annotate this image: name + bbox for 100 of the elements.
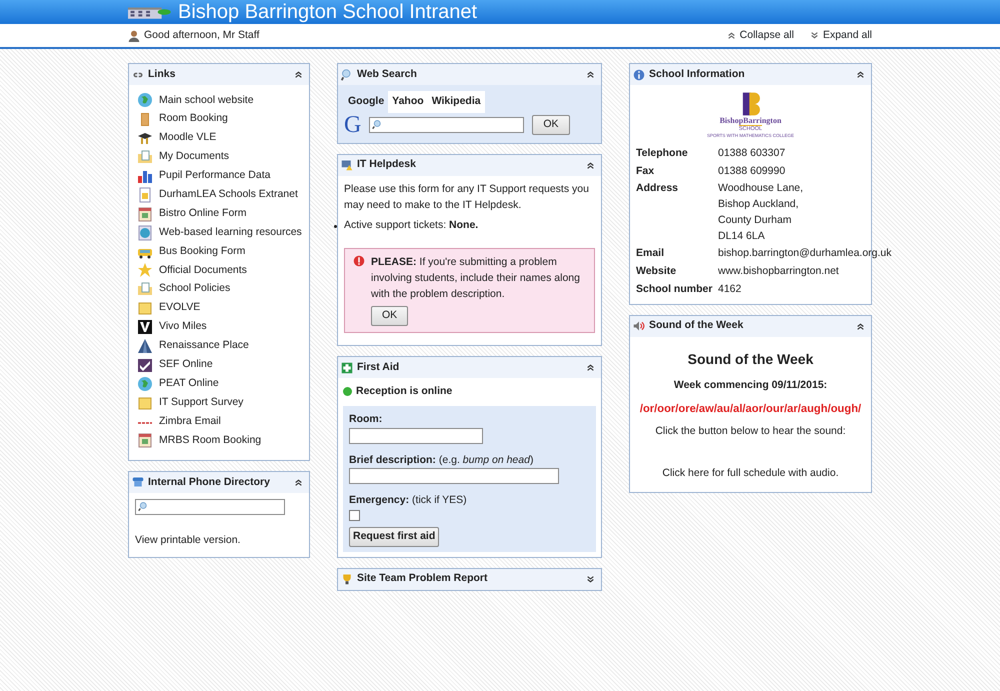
info-value: 01388 603307	[718, 146, 786, 161]
link[interactable]: Vivo Miles	[159, 319, 207, 335]
info-value: www.bishopbarrington.net	[718, 264, 840, 280]
bar-chart-icon[interactable]	[137, 168, 153, 184]
warning-icon	[353, 255, 365, 267]
field-label: Emergency: (tick if YES)	[349, 493, 468, 508]
info-icon	[633, 68, 645, 80]
star-icon[interactable]	[137, 262, 153, 278]
link[interactable]: Bus Booking Form	[159, 244, 246, 260]
link[interactable]: EVOLVE	[159, 300, 200, 316]
link[interactable]: IT Support Survey	[159, 394, 244, 411]
collapse-all-link[interactable]: Collapse all	[726, 28, 794, 44]
info-value: DL14 6LA	[718, 228, 766, 244]
search-field[interactable]	[369, 116, 524, 133]
info-value: 01388 609990	[718, 164, 786, 179]
link[interactable]: SEF Online	[159, 357, 213, 373]
speaker-icon	[633, 320, 645, 332]
link[interactable]: Moodle VLE	[159, 130, 216, 146]
search-engine-logo: G	[344, 112, 362, 137]
mortarboard-icon[interactable]	[137, 130, 153, 146]
link[interactable]: DurhamLEA Schools Extranet	[159, 187, 298, 203]
field-label: Room:	[349, 412, 384, 427]
collapse-icon	[726, 31, 736, 40]
panel-title: School Information	[649, 66, 746, 82]
info-value: County Durham	[718, 212, 793, 228]
collapse-icon[interactable]	[856, 322, 865, 331]
tickets-text: Active support tickets: None.	[344, 218, 478, 234]
input-field[interactable]	[349, 468, 559, 484]
collapse-icon[interactable]	[294, 478, 303, 487]
info-label: Website	[636, 264, 678, 280]
monitor-warning-icon	[341, 159, 353, 172]
collapse-icon[interactable]	[586, 363, 595, 372]
info-label: Fax	[636, 164, 656, 179]
calendar-icon[interactable]	[137, 432, 153, 448]
link[interactable]: Web-based learning resources	[159, 224, 302, 241]
collapse-icon[interactable]	[294, 70, 303, 79]
checkmark-icon[interactable]	[137, 356, 153, 373]
status-text: Reception is online	[356, 384, 452, 399]
sounds-text: /or/oor/ore/aw/au/al/aor/our/ar/augh/ough/	[638, 402, 862, 418]
field-label: Brief description: (e.g. bump on head)	[349, 452, 534, 468]
globe-icon[interactable]	[137, 92, 153, 108]
info-label: School number	[636, 282, 714, 297]
trophy-icon	[341, 573, 353, 586]
tab[interactable]: Wikipedia	[428, 91, 485, 113]
expand-icon	[810, 31, 819, 40]
telephone-icon	[132, 476, 144, 488]
ok-button[interactable]: OK	[532, 114, 570, 135]
request-first-aid-button[interactable]: Request first aid	[349, 527, 440, 547]
document-icon[interactable]	[137, 186, 153, 203]
panel-title: First Aid	[357, 360, 400, 375]
info-label: Address	[636, 181, 680, 196]
schedule-link[interactable]: Click here for full schedule with audio.	[632, 466, 869, 482]
input-field[interactable]	[349, 428, 483, 444]
link[interactable]: My Documents	[159, 149, 230, 165]
link[interactable]: Renaissance Place	[159, 338, 249, 354]
folder-icon[interactable]	[137, 281, 153, 298]
greeting-text: Good afternoon, Mr Staff	[144, 28, 260, 43]
search-field[interactable]	[135, 498, 285, 515]
pyramid-icon[interactable]	[137, 338, 153, 354]
info-value: bishop.barrington@durhamlea.org.uk	[718, 246, 892, 262]
link[interactable]: Bistro Online Form	[159, 206, 247, 222]
panel-title: IT Helpdesk	[357, 157, 417, 172]
first-aid-icon	[341, 362, 353, 374]
logo-name: BishopBarrington	[720, 117, 782, 125]
collapse-icon[interactable]	[856, 70, 865, 79]
note-icon[interactable]	[137, 394, 153, 411]
panel-title: Internal Phone Directory	[148, 474, 271, 490]
expand-icon[interactable]	[586, 574, 595, 584]
week-text: Week commencing 09/11/2015:	[672, 378, 828, 393]
collapse-icon[interactable]	[586, 70, 595, 79]
collapse-icon[interactable]	[586, 160, 595, 170]
link[interactable]: Main school website	[159, 92, 254, 108]
link[interactable]: Room Booking	[159, 111, 228, 128]
checkbox[interactable]	[349, 510, 360, 521]
info-value: 4162	[718, 282, 742, 297]
link[interactable]: Official Documents	[159, 262, 247, 278]
panel-title: Web Search	[357, 66, 418, 82]
info-label: Email	[636, 246, 666, 262]
info-value: Woodhouse Lane,	[718, 181, 804, 196]
link[interactable]: View printable version.	[135, 532, 303, 549]
alert-text: PLEASE: If you're submitting a problem involving students, include their names along with the problem description.	[371, 255, 581, 302]
link[interactable]: Zimbra Email	[159, 414, 221, 430]
instruction-text: Click the button below to hear the sound:	[654, 424, 847, 440]
link[interactable]: Pupil Performance Data	[159, 168, 270, 184]
panel-title: Site Team Problem Report	[357, 571, 489, 586]
info-value: Bishop Auckland,	[718, 197, 800, 212]
v-logo-icon[interactable]	[137, 319, 153, 336]
bullet	[334, 224, 337, 228]
tab[interactable]: Yahoo	[388, 91, 428, 113]
link[interactable]: School Policies	[159, 281, 230, 298]
info-label: Telephone	[636, 146, 689, 161]
sound-heading: Sound of the Week	[686, 350, 814, 369]
expand-all-link[interactable]: Expand all	[810, 28, 872, 44]
user-icon	[128, 30, 140, 42]
panel-title: Links	[148, 66, 176, 82]
link[interactable]: MRBS Room Booking	[159, 432, 262, 448]
calendar-icon[interactable]	[137, 206, 153, 222]
ok-button[interactable]: OK	[371, 306, 408, 326]
link[interactable]: PEAT Online	[159, 376, 219, 392]
intro-text: Please use this form for any IT Support requests you may need to make to the IT Helpdesk.	[344, 182, 590, 212]
